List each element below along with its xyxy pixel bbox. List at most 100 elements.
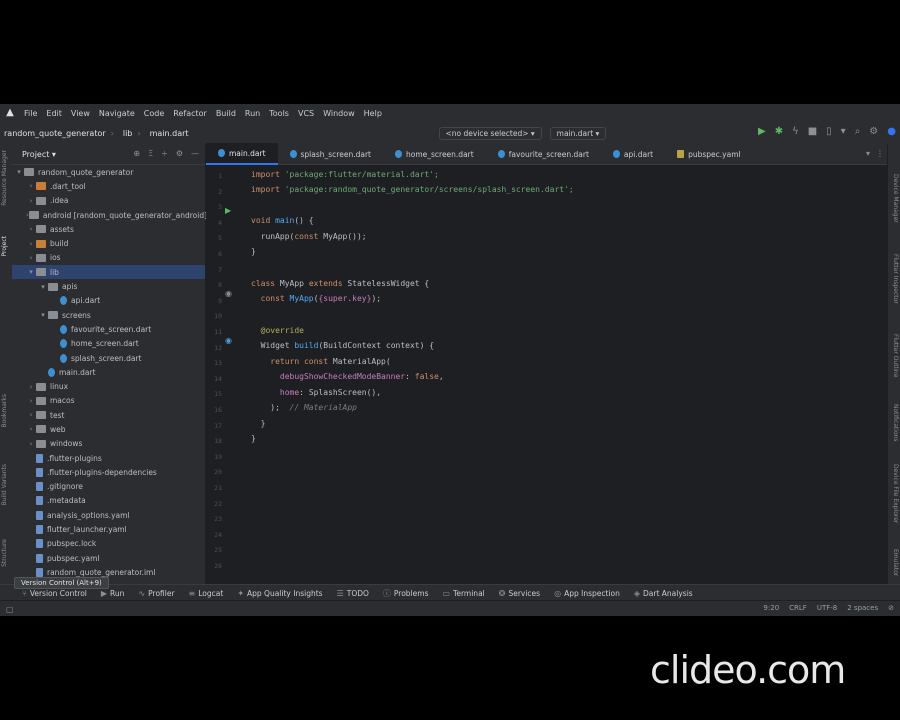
- tree-item[interactable]: › ios: [12, 251, 205, 265]
- build-variants-tab[interactable]: Build Variants: [1, 464, 8, 505]
- structure-tab[interactable]: Structure: [1, 539, 8, 567]
- tree-item[interactable]: ▾ lib: [12, 265, 205, 280]
- chevron-right-icon[interactable]: ›: [26, 440, 36, 448]
- search-icon[interactable]: ⌕: [855, 126, 861, 137]
- tree-item[interactable]: splash_screen.dart: [12, 351, 205, 365]
- breadcrumb-file[interactable]: main.dart: [150, 129, 189, 138]
- line-separator[interactable]: CRLF: [789, 604, 807, 612]
- menu-help[interactable]: Help: [364, 109, 382, 118]
- terminal-tab[interactable]: ▭ Terminal: [442, 589, 484, 598]
- tree-item[interactable]: flutter_launcher.yaml: [12, 522, 205, 536]
- chevron-right-icon[interactable]: ›: [26, 411, 36, 419]
- collapse-all-icon[interactable]: Ξ: [148, 149, 153, 158]
- menu-tools[interactable]: Tools: [269, 109, 289, 118]
- flutter-inspector-tab[interactable]: Flutter Inspector: [892, 254, 899, 304]
- todo-tab[interactable]: ☰ TODO: [337, 589, 369, 598]
- tab-splash-screen-dart[interactable]: splash_screen.dart: [278, 144, 383, 164]
- menu-edit[interactable]: Edit: [46, 109, 62, 118]
- notifications-tab[interactable]: Notifications: [892, 404, 899, 442]
- tree-item[interactable]: › windows: [12, 437, 205, 451]
- chevron-down-icon[interactable]: ▾: [38, 311, 48, 319]
- tree-item[interactable]: .flutter-plugins: [12, 451, 205, 465]
- tree-item[interactable]: .flutter-plugins-dependencies: [12, 465, 205, 479]
- settings-icon[interactable]: ⚙: [869, 126, 878, 137]
- run-gutter-icon[interactable]: ▶: [225, 206, 231, 215]
- tree-item[interactable]: › test: [12, 408, 205, 422]
- caret-position[interactable]: 9:20: [763, 604, 779, 612]
- menu-navigate[interactable]: Navigate: [99, 109, 135, 118]
- chevron-down-icon[interactable]: ▾: [38, 283, 48, 291]
- more-icon[interactable]: ⋮: [876, 149, 884, 158]
- tree-item[interactable]: › linux: [12, 379, 205, 393]
- tree-item[interactable]: home_screen.dart: [12, 337, 205, 351]
- tree-item[interactable]: pubspec.yaml: [12, 551, 205, 565]
- profiler-tab[interactable]: ∿ Profiler: [138, 589, 174, 598]
- update-icon[interactable]: ●: [887, 126, 896, 137]
- chevron-down-icon[interactable]: ▾: [14, 168, 24, 176]
- menu-run[interactable]: Run: [245, 109, 260, 118]
- hide-panel-icon[interactable]: —: [191, 149, 199, 158]
- resource-manager-tab[interactable]: Resource Manager: [1, 150, 8, 206]
- device-file-explorer-tab[interactable]: Device File Explorer: [892, 464, 899, 523]
- menu-refactor[interactable]: Refactor: [173, 109, 207, 118]
- breadcrumb-folder[interactable]: lib: [123, 129, 133, 138]
- tree-item[interactable]: .gitignore: [12, 480, 205, 494]
- dart-analysis-tab[interactable]: ◈ Dart Analysis: [634, 589, 693, 598]
- menu-vcs[interactable]: VCS: [298, 109, 314, 118]
- expand-all-icon[interactable]: ÷: [161, 149, 168, 158]
- tree-item[interactable]: › assets: [12, 222, 205, 236]
- menu-file[interactable]: File: [24, 109, 37, 118]
- services-tab[interactable]: ❂ Services: [499, 589, 540, 598]
- problems-tab[interactable]: ⓘ Problems: [383, 588, 429, 599]
- tab-home-screen-dart[interactable]: home_screen.dart: [383, 144, 486, 164]
- stop-icon[interactable]: ■: [808, 126, 817, 137]
- panel-toggle-icon[interactable]: ▢: [6, 605, 14, 614]
- chevron-right-icon[interactable]: ›: [26, 182, 36, 190]
- implemented-gutter-icon[interactable]: ◉: [225, 289, 232, 298]
- chevron-right-icon[interactable]: ›: [26, 197, 36, 205]
- tree-item[interactable]: › .dart_tool: [12, 179, 205, 193]
- lock-icon[interactable]: ⊘: [888, 604, 894, 612]
- gear-icon[interactable]: ⚙: [176, 149, 183, 158]
- override-gutter-icon[interactable]: ◉: [225, 336, 232, 345]
- indent-setting[interactable]: 2 spaces: [847, 604, 878, 612]
- chevron-down-icon[interactable]: ▾: [26, 268, 36, 276]
- run-tab[interactable]: ▶ Run: [101, 589, 125, 598]
- file-encoding[interactable]: UTF-8: [817, 604, 837, 612]
- tab-main-dart[interactable]: main.dart: [206, 143, 278, 165]
- device-manager-icon[interactable]: ▯: [826, 126, 832, 137]
- project-tab[interactable]: Project: [1, 236, 8, 257]
- hot-reload-icon[interactable]: ϟ: [792, 126, 799, 137]
- tab-list-icon[interactable]: ▾: [866, 149, 870, 158]
- device-manager-tab[interactable]: Device Manager: [892, 174, 899, 223]
- tree-item[interactable]: api.dart: [12, 294, 205, 308]
- chevron-right-icon[interactable]: ›: [26, 240, 36, 248]
- chevron-right-icon[interactable]: ›: [26, 225, 36, 233]
- app-quality-insights-tab[interactable]: ✦ App Quality Insights: [237, 589, 322, 598]
- tree-item[interactable]: main.dart: [12, 365, 205, 379]
- chevron-right-icon[interactable]: ›: [26, 254, 36, 262]
- project-view-selector[interactable]: Project ▾: [22, 150, 56, 159]
- tab-favourite-screen-dart[interactable]: favourite_screen.dart: [486, 144, 601, 164]
- flutter-outline-tab[interactable]: Flutter Outline: [892, 334, 899, 377]
- tree-item[interactable]: ▾ screens: [12, 308, 205, 322]
- bookmarks-tab[interactable]: Bookmarks: [1, 394, 8, 428]
- menu-view[interactable]: View: [71, 109, 90, 118]
- chevron-right-icon[interactable]: ›: [26, 383, 36, 391]
- device-selector[interactable]: <no device selected> ▾: [438, 126, 542, 140]
- tree-item[interactable]: ▾ random_quote_generator: [12, 165, 205, 179]
- breadcrumb-project[interactable]: random_quote_generator: [4, 129, 106, 138]
- chevron-right-icon[interactable]: ›: [26, 425, 36, 433]
- tree-item[interactable]: › macos: [12, 394, 205, 408]
- chevron-right-icon[interactable]: ›: [26, 397, 36, 405]
- tree-item[interactable]: › build: [12, 236, 205, 250]
- tree-item[interactable]: › android [random_quote_generator_android…: [12, 208, 207, 222]
- tree-item[interactable]: .metadata: [12, 494, 205, 508]
- tree-item[interactable]: ▾ apis: [12, 279, 205, 293]
- version-control-tab[interactable]: ⑂ Version Control: [22, 589, 87, 598]
- tab-pubspec-yaml[interactable]: pubspec.yaml: [665, 144, 753, 164]
- logcat-tab[interactable]: ≡ Logcat: [189, 589, 224, 598]
- debug-icon[interactable]: ✱: [775, 126, 783, 137]
- emulator-tab[interactable]: Emulator: [892, 549, 899, 576]
- code-area[interactable]: import 'package:flutter/material.dart'; …: [251, 164, 888, 600]
